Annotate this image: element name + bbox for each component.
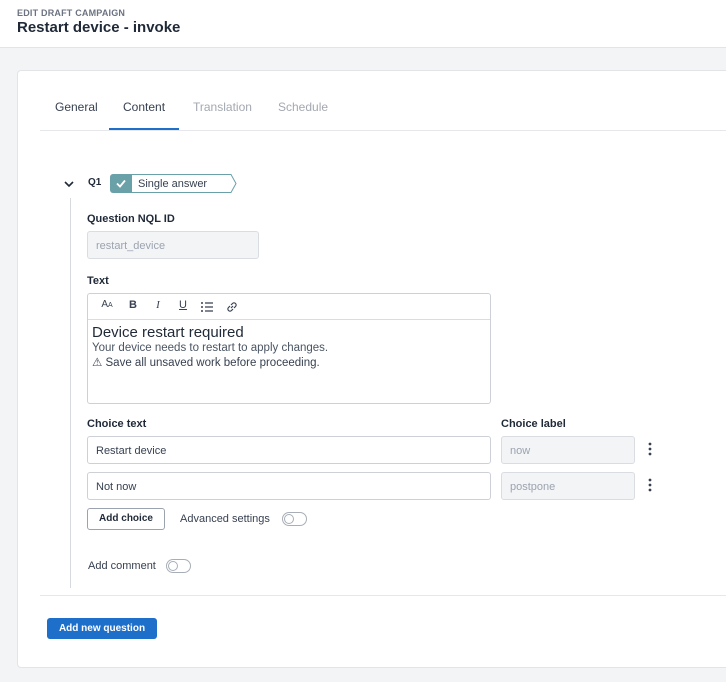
editor-heading: Device restart required <box>92 324 244 341</box>
choice-label-input-2[interactable]: postpone <box>501 472 635 500</box>
more-options-icon[interactable] <box>644 477 656 493</box>
active-tab-indicator <box>109 128 179 130</box>
choice-label-placeholder-2: postpone <box>510 481 556 493</box>
tab-general[interactable]: General <box>55 100 98 114</box>
bullet-list-icon[interactable] <box>199 299 215 315</box>
chevron-down-icon[interactable] <box>62 177 76 191</box>
warning-icon: ⚠ <box>92 357 103 369</box>
tab-content[interactable]: Content <box>123 100 165 114</box>
tab-bar: General Content Translation Schedule <box>40 71 726 131</box>
link-icon[interactable] <box>224 299 240 315</box>
question-tree-line <box>70 198 71 588</box>
add-new-question-button[interactable]: Add new question <box>47 618 157 639</box>
advanced-settings-label: Advanced settings <box>180 513 270 525</box>
page-header: EDIT DRAFT CAMPAIGN Restart device - inv… <box>0 0 726 48</box>
check-icon <box>110 174 132 193</box>
editor-content[interactable]: Device restart required Your device need… <box>88 320 490 375</box>
bold-icon[interactable]: B <box>125 299 141 315</box>
choice-text-value-2: Not now <box>96 481 137 493</box>
tab-schedule: Schedule <box>278 100 329 114</box>
editor-toolbar: AA B I U <box>88 294 490 320</box>
choice-text-input-1[interactable]: Restart device <box>87 436 491 464</box>
underline-icon[interactable]: U <box>175 299 191 315</box>
nql-id-label: Question NQL ID <box>87 213 175 225</box>
editor-warning-line: ⚠ Save all unsaved work before proceedin… <box>92 356 486 371</box>
tab-translation: Translation <box>193 100 252 114</box>
content-card: General Content Translation Schedule Q1 … <box>17 70 726 668</box>
choice-text-input-2[interactable]: Not now <box>87 472 491 500</box>
nql-id-placeholder: restart_device <box>96 240 166 252</box>
toggle-knob <box>284 514 294 524</box>
font-size-icon[interactable]: AA <box>99 299 115 315</box>
page-eyebrow: EDIT DRAFT CAMPAIGN <box>17 8 126 18</box>
editor-warning: Save all unsaved work before proceeding. <box>105 357 320 369</box>
editor-paragraph: Your device needs to restart to apply ch… <box>92 342 329 354</box>
toggle-knob <box>168 561 178 571</box>
more-options-icon[interactable] <box>644 441 656 457</box>
text-label: Text <box>87 275 109 287</box>
choice-text-label: Choice text <box>87 418 147 430</box>
advanced-settings-toggle[interactable] <box>282 512 307 526</box>
add-comment-toggle[interactable] <box>166 559 191 573</box>
italic-icon[interactable]: I <box>150 299 166 315</box>
choice-text-value-1: Restart device <box>96 445 167 457</box>
badge-label: Single answer <box>138 178 208 190</box>
nql-id-input[interactable]: restart_device <box>87 231 259 259</box>
add-comment-label: Add comment <box>88 560 156 572</box>
question-number: Q1 <box>88 177 102 188</box>
choice-label-label: Choice label <box>501 418 566 430</box>
section-divider <box>40 595 726 596</box>
page-title: Restart device - invoke <box>17 19 181 36</box>
rich-text-editor[interactable]: AA B I U Device restart required Your de… <box>87 293 491 404</box>
choice-label-input-1[interactable]: now <box>501 436 635 464</box>
add-choice-button[interactable]: Add choice <box>87 508 165 530</box>
choice-label-placeholder-1: now <box>510 445 531 457</box>
